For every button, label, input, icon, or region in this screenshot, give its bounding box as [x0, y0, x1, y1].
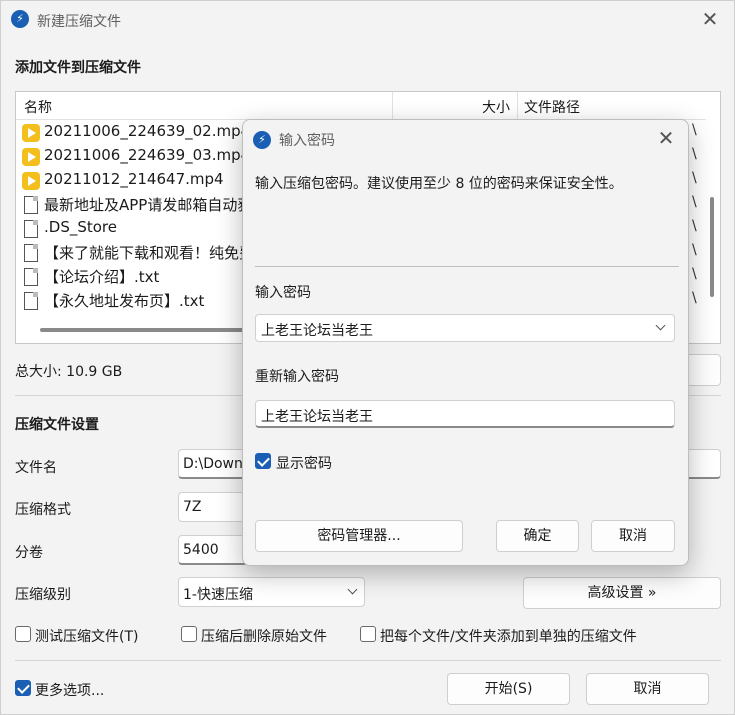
- format-select[interactable]: 7Z: [178, 492, 248, 522]
- password-value: 上老王论坛当老王: [261, 323, 373, 339]
- password-manager-button[interactable]: 密码管理器...: [255, 520, 463, 552]
- file-path: \: [692, 242, 697, 258]
- document-icon: [24, 268, 38, 286]
- column-name[interactable]: 名称: [24, 97, 52, 117]
- column-path[interactable]: 文件路径: [524, 97, 580, 117]
- file-name: 20211012_214647.mp4: [44, 170, 224, 188]
- separate-archives-label: 把每个文件/文件夹添加到单独的压缩文件: [380, 629, 637, 645]
- file-path: \: [692, 146, 697, 162]
- split-label: 分卷: [15, 545, 43, 561]
- file-name: 【论坛介绍】.txt: [44, 268, 160, 286]
- file-name: 20211006_224639_03.mp4: [44, 146, 251, 164]
- file-path: \: [692, 122, 697, 138]
- video-file-icon: [22, 148, 40, 166]
- document-icon: [24, 244, 38, 262]
- chevron-down-icon: [347, 584, 358, 595]
- separate-archives-checkbox[interactable]: [360, 626, 376, 642]
- divider: [255, 266, 679, 267]
- chevron-down-icon[interactable]: [655, 320, 666, 331]
- file-path: \: [692, 266, 697, 282]
- settings-section-title: 压缩文件设置: [15, 417, 99, 433]
- file-path: \: [692, 218, 697, 234]
- delete-after-label: 压缩后删除原始文件: [201, 629, 327, 645]
- advanced-settings-button[interactable]: 高级设置 »: [523, 577, 721, 609]
- show-password-checkbox[interactable]: [255, 453, 271, 469]
- level-select[interactable]: 1-快速压缩: [178, 577, 365, 607]
- cancel-button[interactable]: 取消: [586, 673, 709, 705]
- file-path: \: [692, 194, 697, 210]
- password-dialog: ⚡ 输入密码 ✕ 输入压缩包密码。建议使用至少 8 位的密码来保证安全性。 输入…: [242, 119, 689, 566]
- filename-label: 文件名: [15, 460, 57, 476]
- total-size: 总大小: 10.9 GB: [15, 364, 123, 380]
- column-divider: [517, 92, 518, 120]
- file-name: 【来了就能下载和观看！纯免费: [44, 244, 255, 262]
- bolt-icon: ⚡: [253, 131, 271, 149]
- column-divider: [392, 92, 393, 120]
- document-icon: [24, 220, 38, 238]
- window-title: 新建压缩文件: [37, 14, 121, 30]
- more-options-checkbox[interactable]: [15, 680, 31, 696]
- level-label: 压缩级别: [15, 587, 71, 603]
- divider: [15, 660, 721, 661]
- file-name: 【永久地址发布页】.txt: [44, 292, 205, 310]
- more-options-label: 更多选项...: [35, 683, 105, 699]
- video-file-icon: [22, 124, 40, 142]
- delete-after-checkbox[interactable]: [181, 626, 197, 642]
- list-header: 名称 大小 文件路径: [16, 92, 706, 120]
- file-name: .DS_Store: [44, 218, 117, 236]
- video-file-icon: [22, 172, 40, 190]
- split-input[interactable]: 5400: [178, 535, 248, 565]
- test-archive-checkbox[interactable]: [15, 626, 31, 642]
- file-name: 最新地址及APP请发邮箱自动获: [44, 196, 253, 214]
- dialog-cancel-button[interactable]: 取消: [591, 520, 675, 552]
- show-password-label: 显示密码: [276, 456, 332, 472]
- start-button[interactable]: 开始(S): [447, 673, 570, 705]
- dialog-hint: 输入压缩包密码。建议使用至少 8 位的密码来保证安全性。: [255, 176, 623, 192]
- repeat-password-input[interactable]: 上老王论坛当老王: [255, 400, 675, 428]
- test-archive-label: 测试压缩文件(T): [35, 629, 139, 645]
- title-bar: ⚡ 新建压缩文件 ✕: [1, 1, 734, 39]
- document-icon: [24, 196, 38, 214]
- repeat-password-label: 重新输入密码: [255, 369, 339, 385]
- file-path: \: [692, 290, 697, 306]
- file-path: \: [692, 170, 697, 186]
- ok-button[interactable]: 确定: [496, 520, 579, 552]
- format-label: 压缩格式: [15, 502, 71, 518]
- password-label: 输入密码: [255, 285, 311, 301]
- bolt-icon: ⚡: [11, 10, 29, 28]
- level-value: 1-快速压缩: [183, 587, 253, 603]
- vertical-scrollbar[interactable]: [710, 197, 714, 297]
- password-input[interactable]: 上老王论坛当老王: [255, 314, 675, 342]
- column-size[interactable]: 大小: [482, 97, 510, 117]
- file-name: 20211006_224639_02.mp4: [44, 122, 251, 140]
- add-section-title: 添加文件到压缩文件: [15, 60, 141, 76]
- document-icon: [24, 292, 38, 310]
- close-icon[interactable]: ✕: [654, 126, 678, 150]
- close-icon[interactable]: ✕: [698, 7, 722, 31]
- dialog-title: 输入密码: [279, 133, 335, 149]
